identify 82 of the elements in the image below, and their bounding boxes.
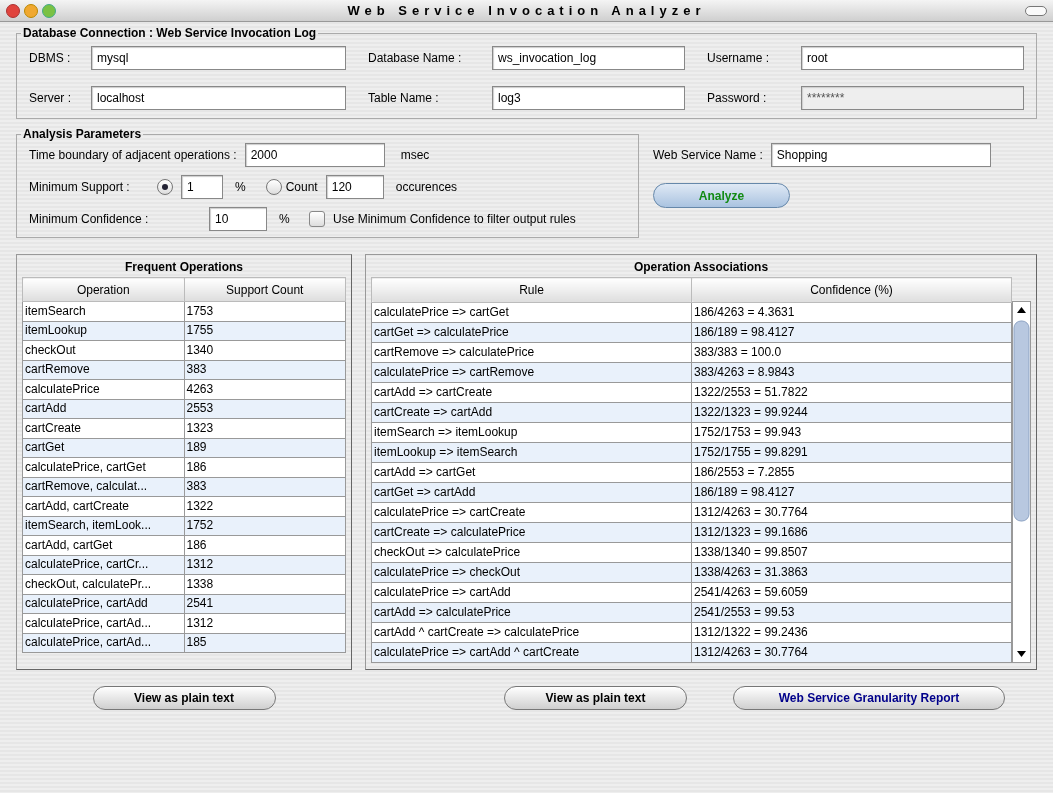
field-label: Minimum Support : [29,179,131,196]
radio-button[interactable] [265,179,282,195]
table-cell: cartRemove => calculatePrice [371,342,692,363]
text-field[interactable]: 120 [325,175,384,199]
table-cell: calculatePrice => checkOut [371,562,692,583]
unit-label: % [235,179,246,196]
scrollbar-drawing[interactable] [1012,301,1031,663]
time-boundary-field[interactable]: 2000 [244,143,385,167]
table-cell: calculatePrice, cartAd... [22,633,184,653]
radio-label: Count [285,179,318,196]
text-field[interactable]: localhost [91,86,346,110]
checkbox-label: Use Minimum Confidence to filter output rules [333,211,576,228]
radio-button[interactable] [157,179,173,195]
table-cell: calculatePrice => cartGet [371,302,692,323]
text-field[interactable]: root [801,46,1024,70]
column-header[interactable]: Rule [371,277,692,303]
report-button[interactable]: Web Service Granularity Report [733,686,1005,710]
minimum-confidence-field[interactable]: 10 [209,207,267,231]
view-as-plain-text-button[interactable]: View as plain text [504,686,687,710]
field-label: Minimum Confidence : [29,211,150,228]
field-label: Username : [707,50,771,67]
table-cell: calculatePrice => cartRemove [371,362,692,383]
table-cell: cartAdd => cartCreate [371,382,692,403]
field-label: Web Service Name : [653,147,763,164]
panel-title: Operation Associations [632,259,770,276]
table-cell: cartAdd [22,399,184,419]
table-cell: cartCreate [22,418,184,438]
table-cell: cartAdd => cartGet [371,462,692,483]
table-cell: cartRemove, calculat... [22,477,184,497]
table-cell: checkOut [22,340,184,360]
table-cell: cartCreate => calculatePrice [371,522,692,543]
section-title: Database Connection : Web Service Invocation Log [22,26,318,40]
minimize-icon[interactable] [24,4,38,18]
text-field[interactable]: log3 [492,86,685,110]
window-title: Web Service Invocation Analyzer [347,2,706,20]
toolbar-toggle-icon[interactable] [1025,6,1047,16]
table-cell: calculatePrice, cartAd... [22,613,184,633]
table-cell: cartAdd, cartCreate [22,496,184,516]
table-cell: checkOut, calculatePr... [22,574,184,594]
field-label: Server : [29,90,72,107]
text-field[interactable]: 1 [181,175,223,199]
table-cell: cartAdd ^ cartCreate => calculatePrice [371,622,692,643]
table-cell: cartGet => cartAdd [371,482,692,503]
zoom-icon[interactable] [42,4,56,18]
field-label: Time boundary of adjacent operations : [29,147,237,164]
table-cell: calculatePrice, cartAdd [22,594,184,614]
unit-label: occurences [395,179,458,196]
field-label: DBMS : [29,50,72,67]
field-label: Database Name : [368,50,463,67]
column-header[interactable]: Confidence (%) [691,277,1012,303]
table-cell: calculatePrice, cartGet [22,457,184,477]
close-icon[interactable] [6,4,20,18]
table-cell: checkOut => calculatePrice [371,542,692,563]
table-cell: calculatePrice => cartAdd ^ cartCreate [371,642,692,663]
table-cell: itemSearch [22,301,184,321]
table-cell: cartGet [22,438,184,458]
field-label: Password : [707,90,768,107]
table-cell: itemLookup [22,321,184,341]
unit-label: % [279,211,291,228]
table-cell: itemLookup => itemSearch [371,442,692,463]
table-cell: calculatePrice => cartCreate [371,502,692,523]
table-cell: cartGet => calculatePrice [371,322,692,343]
panel-title: Frequent Operations [124,259,244,276]
table-cell: itemSearch => itemLookup [371,422,692,443]
table-cell: cartCreate => cartAdd [371,402,692,423]
text-field[interactable]: ws_invocation_log [492,46,685,70]
table-cell: cartRemove [22,360,184,380]
table-cell: calculatePrice, cartCr... [22,555,184,575]
text-field[interactable]: mysql [91,46,346,70]
column-header[interactable]: Operation [22,277,184,302]
table-cell: itemSearch, itemLook... [22,516,184,536]
table-cell: cartAdd, cartGet [22,535,184,555]
view-as-plain-text-button[interactable]: View as plain text [92,686,276,710]
web-service-name-field[interactable]: Shopping [770,143,991,167]
column-header[interactable]: Support Count [184,277,346,302]
field-label: Table Name : [368,90,440,107]
table-cell: cartAdd => calculatePrice [371,602,692,623]
table-cell: calculatePrice => cartAdd [371,582,692,603]
section-title: Analysis Parameters [22,127,143,141]
unit-label: msec [400,147,430,164]
filter-checkbox[interactable] [309,211,325,227]
table-cell: calculatePrice [22,379,184,399]
